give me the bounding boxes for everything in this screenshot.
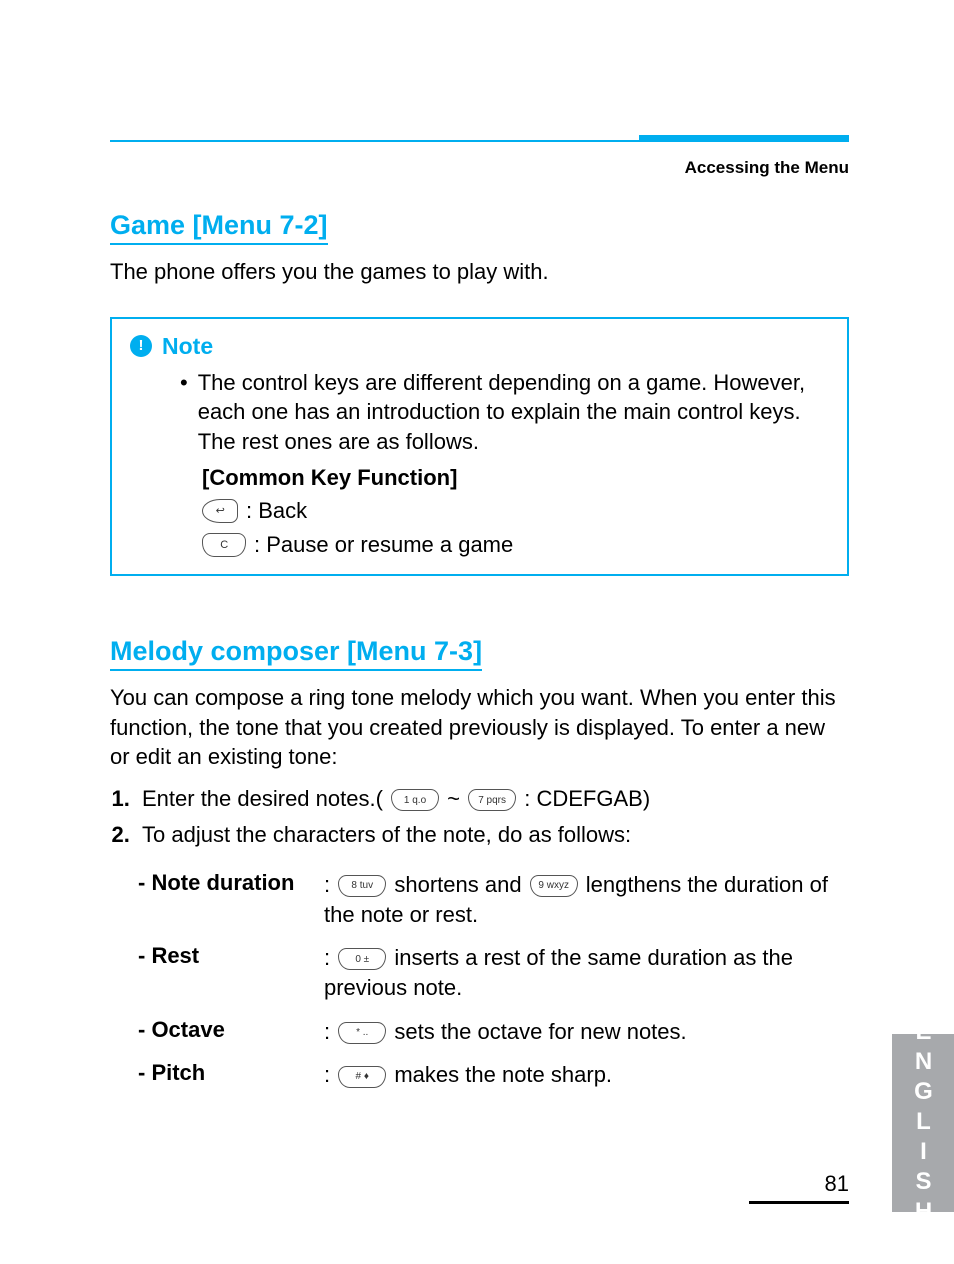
def-pitch: - Pitch : # ♦ makes the note sharp. (110, 1060, 849, 1090)
text: inserts a rest of the same duration as t… (324, 945, 793, 1000)
key-1-icon: 1 q.o (391, 789, 439, 811)
text: shortens and (394, 872, 527, 897)
def-note-duration: - Note duration : 8 tuv shortens and 9 w… (110, 870, 849, 929)
def-label-note-duration: - Note duration (110, 870, 318, 896)
def-label-pitch: - Pitch (110, 1060, 318, 1086)
def-label-octave: - Octave (110, 1017, 318, 1043)
page-number-block: 81 (749, 1171, 849, 1204)
section-title-melody: Melody composer [Menu 7-3] (110, 636, 482, 671)
def-label-rest: - Rest (110, 943, 318, 969)
colon: : (324, 945, 336, 970)
def-octave: - Octave : * .. sets the octave for new … (110, 1017, 849, 1047)
def-desc-octave: : * .. sets the octave for new notes. (324, 1017, 849, 1047)
header-rule (110, 140, 849, 150)
note-bullet-text: The control keys are different depending… (198, 368, 829, 457)
key-back-desc: : Back (246, 496, 307, 526)
note-icon: ! (130, 335, 152, 357)
key-7-icon: 7 pqrs (468, 789, 516, 811)
key-row-back: ↩ : Back (202, 496, 829, 526)
section-intro-melody: You can compose a ring tone melody which… (110, 683, 849, 772)
colon: : (324, 872, 336, 897)
page-number: 81 (749, 1171, 849, 1197)
manual-page: Accessing the Menu Game [Menu 7-2] The p… (0, 0, 954, 1264)
definition-list: - Note duration : 8 tuv shortens and 9 w… (110, 870, 849, 1090)
softkey-back-icon: ↩ (202, 499, 238, 523)
steps-list: Enter the desired notes.( 1 q.o ~ 7 pqrs… (110, 786, 849, 848)
def-desc-note-duration: : 8 tuv shortens and 9 wxyz lengthens th… (324, 870, 849, 929)
step-two: To adjust the characters of the note, do… (136, 822, 849, 848)
colon: : (324, 1019, 336, 1044)
key-hash-icon: # ♦ (338, 1066, 386, 1088)
breadcrumb: Accessing the Menu (685, 158, 849, 178)
bullet-dot: • (180, 368, 188, 457)
key-pause-desc: : Pause or resume a game (254, 530, 513, 560)
def-rest: - Rest : 0 ± inserts a rest of the same … (110, 943, 849, 1002)
key-8-icon: 8 tuv (338, 875, 386, 897)
note-title-row: ! Note (130, 331, 829, 362)
text: sets the octave for new notes. (394, 1019, 686, 1044)
key-star-icon: * .. (338, 1022, 386, 1044)
step-one: Enter the desired notes.( 1 q.o ~ 7 pqrs… (136, 786, 849, 812)
language-tab-label: ENGLISH (909, 1018, 937, 1228)
colon: : (324, 1062, 336, 1087)
language-tab: ENGLISH (892, 1034, 954, 1212)
section-intro-game: The phone offers you the games to play w… (110, 257, 849, 287)
step-one-mid: ~ (447, 786, 466, 811)
common-key-heading: [Common Key Function] (202, 463, 829, 493)
note-label: Note (162, 331, 213, 362)
page-number-rule (749, 1201, 849, 1204)
step-one-prefix: Enter the desired notes.( (142, 786, 389, 811)
key-9-icon: 9 wxyz (530, 875, 578, 897)
text: makes the note sharp. (394, 1062, 612, 1087)
def-desc-pitch: : # ♦ makes the note sharp. (324, 1060, 849, 1090)
step-one-suffix: : CDEFGAB) (524, 786, 650, 811)
section-title-game: Game [Menu 7-2] (110, 210, 328, 245)
key-c-icon: C (202, 533, 246, 557)
key-0-icon: 0 ± (338, 948, 386, 970)
note-bullet: • The control keys are different dependi… (180, 368, 829, 457)
key-row-pause: C : Pause or resume a game (202, 530, 829, 560)
note-box: ! Note • The control keys are different … (110, 317, 849, 576)
def-desc-rest: : 0 ± inserts a rest of the same duratio… (324, 943, 849, 1002)
